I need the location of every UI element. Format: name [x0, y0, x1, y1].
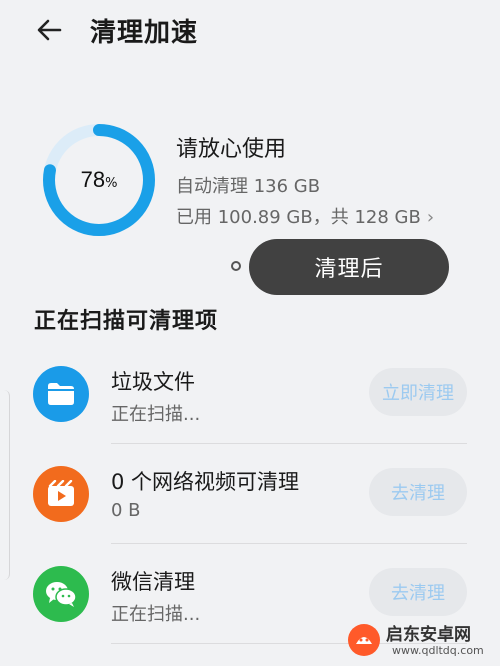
scan-item-junk-files[interactable]: 垃圾文件 正在扫描... 立即清理 — [0, 344, 500, 444]
scan-item-title: 0 个网络视频可清理 — [111, 470, 300, 494]
wechat-icon — [33, 566, 89, 622]
folder-icon — [33, 366, 89, 422]
auto-clean-amount: 自动清理 136 GB — [176, 176, 321, 197]
usage-percent-value: 78 — [80, 167, 106, 192]
chevron-right-icon: › — [426, 207, 435, 228]
go-clean-button[interactable]: 去清理 — [369, 568, 467, 616]
video-play-icon — [33, 466, 89, 522]
scan-section-title: 正在扫描可清理项 — [34, 309, 219, 334]
scan-item-subtitle: 正在扫描... — [111, 404, 201, 425]
scan-item-title: 垃圾文件 — [111, 370, 195, 394]
clean-now-button[interactable]: 立即清理 — [369, 368, 467, 416]
header: 清理加速 — [0, 0, 500, 60]
storage-summary: 78 % 请放心使用 自动清理 136 GB 已用 100.89 GB，共 12… — [0, 115, 500, 305]
go-clean-button[interactable]: 去清理 — [369, 468, 467, 516]
usage-percent-label: 78 % — [40, 121, 158, 239]
usage-percent-unit: % — [105, 175, 118, 191]
storage-usage-text: 已用 100.89 GB，共 128 GB — [176, 207, 421, 228]
scan-item-subtitle: 0 B — [111, 500, 141, 521]
storage-status: 请放心使用 — [176, 137, 287, 162]
page-title: 清理加速 — [90, 18, 199, 48]
after-clean-pill: 清理后 — [249, 239, 449, 295]
page-indicator-dot — [231, 261, 241, 271]
watermark-logo-icon — [348, 624, 380, 656]
scan-item-online-video[interactable]: 0 个网络视频可清理 0 B 去清理 — [0, 444, 500, 544]
scan-item-title: 微信清理 — [111, 570, 195, 594]
storage-usage-link[interactable]: 已用 100.89 GB，共 128 GB › — [176, 203, 434, 229]
watermark-name: 启东安卓网 — [386, 625, 471, 645]
scan-item-subtitle: 正在扫描... — [111, 604, 201, 625]
watermark-url: www.qdltdq.com — [392, 644, 484, 657]
watermark: 启东安卓网 www.qdltdq.com — [346, 620, 496, 664]
back-arrow-icon[interactable] — [34, 14, 66, 46]
